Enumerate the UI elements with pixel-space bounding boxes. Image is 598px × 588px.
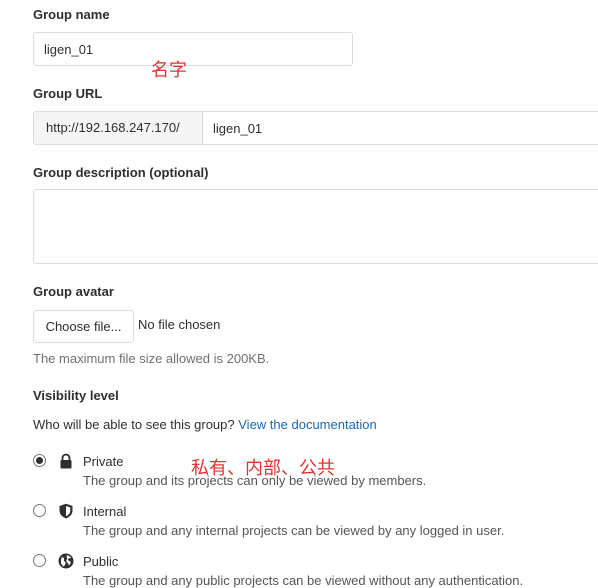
visibility-internal-radio[interactable]	[33, 504, 46, 517]
shield-icon	[59, 503, 73, 519]
file-status-text: No file chosen	[138, 317, 221, 332]
visibility-annotation: 私有、内部、公共	[191, 458, 335, 479]
visibility-public-radio[interactable]	[33, 554, 46, 567]
avatar-size-hint: The maximum file size allowed is 200KB.	[33, 351, 270, 366]
view-documentation-link[interactable]: View the documentation	[238, 417, 377, 432]
group-url-label: Group URL	[33, 86, 103, 101]
group-url-prefix: http://192.168.247.170/	[33, 111, 202, 145]
visibility-question: Who will be able to see this group? View…	[33, 417, 377, 432]
group-name-label: Group name	[33, 7, 110, 22]
visibility-level-label: Visibility level	[33, 388, 119, 403]
choose-file-button[interactable]: Choose file...	[33, 310, 134, 343]
visibility-private-title: Private	[83, 454, 124, 469]
visibility-question-text: Who will be able to see this group?	[33, 417, 235, 432]
group-url-path-input[interactable]	[202, 111, 598, 145]
group-name-annotation: 名字	[151, 60, 187, 81]
visibility-private-radio[interactable]	[33, 454, 46, 467]
group-name-input[interactable]	[33, 32, 353, 66]
globe-icon	[58, 553, 74, 569]
group-avatar-label: Group avatar	[33, 284, 114, 299]
visibility-internal-description: The group and any internal projects can …	[83, 523, 505, 538]
visibility-public-description: The group and any public projects can be…	[83, 573, 524, 588]
lock-icon	[60, 453, 72, 469]
group-description-textarea[interactable]	[33, 189, 598, 264]
group-description-label: Group description (optional)	[33, 165, 209, 180]
visibility-internal-title: Internal	[83, 504, 127, 519]
visibility-public-title: Public	[83, 554, 119, 569]
